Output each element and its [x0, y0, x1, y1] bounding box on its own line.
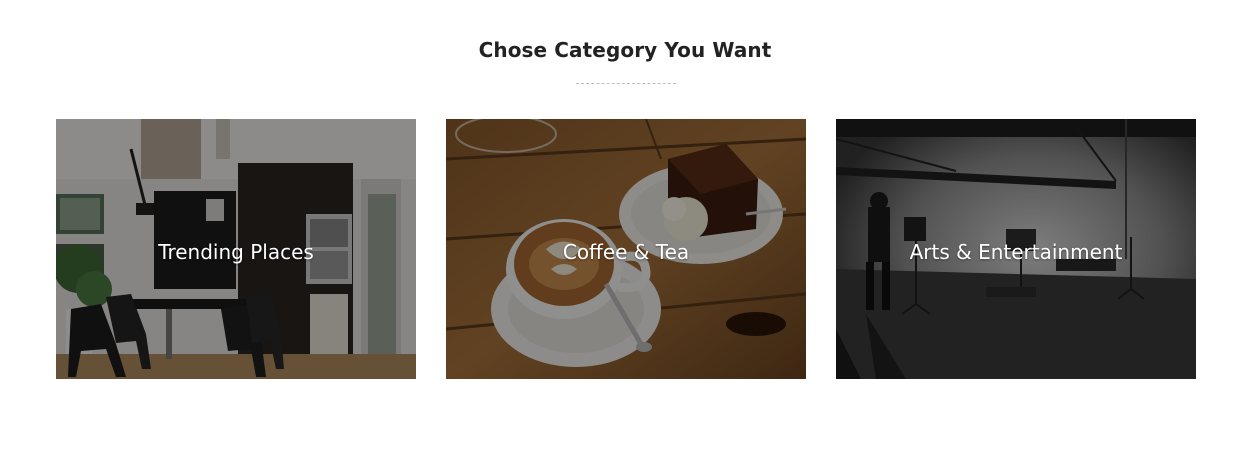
- category-card-trending-places[interactable]: Trending Places: [56, 119, 416, 379]
- category-label: Trending Places: [158, 240, 314, 264]
- category-label: Coffee & Tea: [562, 240, 690, 264]
- category-label: Arts & Entertainment: [909, 240, 1123, 264]
- section-title: Chose Category You Want: [478, 38, 772, 62]
- title-divider: [576, 83, 676, 84]
- category-section: Chose Category You Want Trending Places …: [0, 0, 1250, 455]
- category-card-coffee-tea[interactable]: Coffee & Tea: [446, 119, 806, 379]
- category-card-arts-entertainment[interactable]: Arts & Entertainment: [836, 119, 1196, 379]
